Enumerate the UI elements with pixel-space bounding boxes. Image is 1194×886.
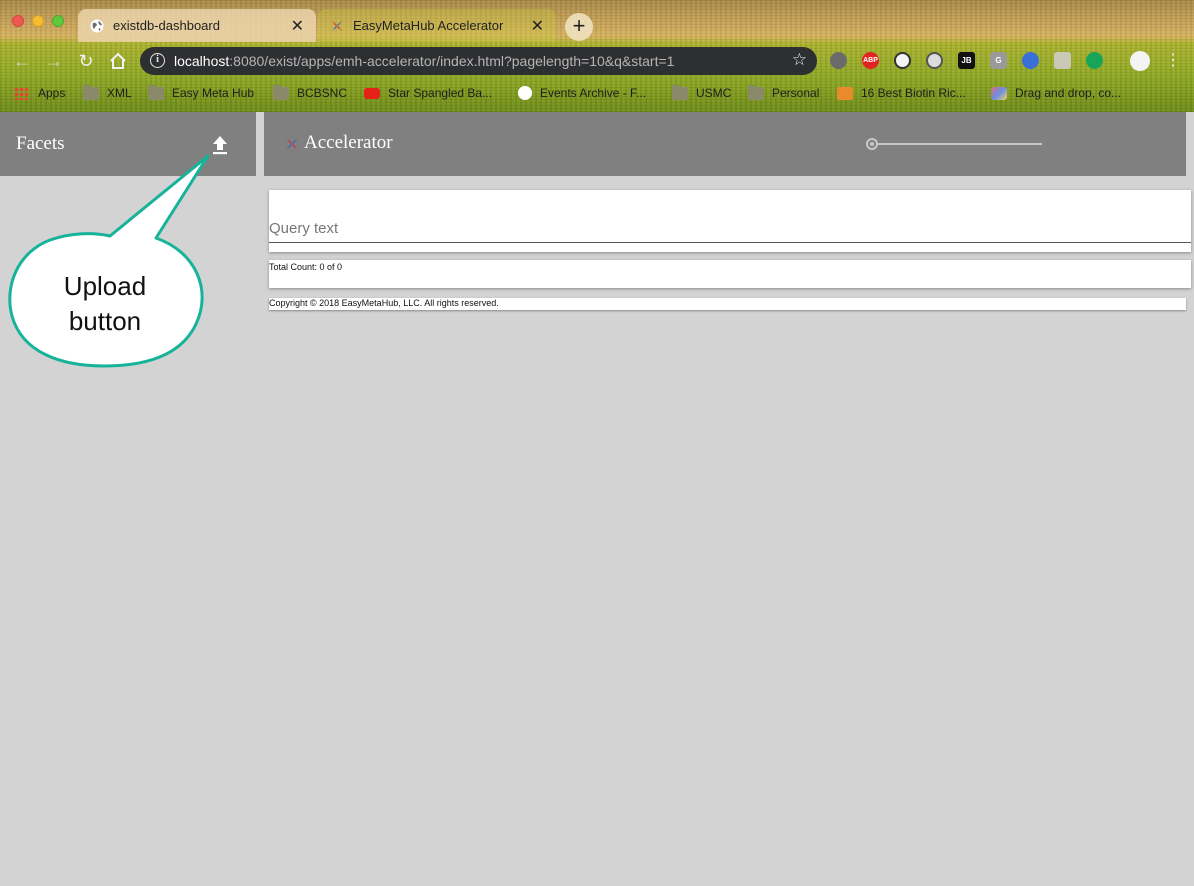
accelerator-logo-icon: [332, 21, 342, 31]
app-title: Accelerator: [304, 132, 393, 153]
results-card: Total Count: 0 of 0: [269, 260, 1191, 288]
bookmark-easy-meta-hub[interactable]: Easy Meta Hub: [148, 84, 254, 102]
tab-title: existdb-dashboard: [113, 18, 220, 33]
extension-icon[interactable]: [926, 52, 943, 69]
home-icon[interactable]: [108, 51, 128, 71]
settings-extension-icon[interactable]: [830, 52, 847, 69]
footer: Copyright © 2018 EasyMetaHub, LLC. All r…: [269, 298, 1186, 310]
bookmark-apps[interactable]: Apps: [14, 84, 65, 102]
back-arrow-icon[interactable]: ←: [12, 51, 32, 71]
tab-existdb-dashboard[interactable]: existdb-dashboard ✕: [78, 9, 316, 42]
reload-icon[interactable]: ↻: [76, 51, 96, 71]
green-dot-extension-icon[interactable]: [1086, 52, 1103, 69]
browser-chrome: existdb-dashboard ✕ EasyMetaHub Accelera…: [0, 0, 1194, 112]
accelerator-logo-icon: [286, 138, 298, 150]
folder-icon: [273, 84, 289, 100]
annotation-callout: [8, 154, 210, 368]
app-header: Accelerator: [264, 112, 1186, 176]
apps-grid-icon: [14, 86, 30, 100]
folder-icon: [148, 84, 164, 100]
bookmark-events-archive[interactable]: Events Archive - F...: [518, 84, 646, 102]
site-info-icon[interactable]: i: [150, 53, 165, 68]
bookmark-bcbsnc[interactable]: BCBSNC: [273, 84, 347, 102]
extension-icon[interactable]: [1022, 52, 1039, 69]
cube-icon: [991, 86, 1007, 100]
folder-icon: [83, 84, 99, 100]
query-input[interactable]: [269, 215, 1191, 243]
globe-icon: [518, 86, 532, 100]
new-tab-button[interactable]: +: [565, 13, 593, 41]
youtube-icon: [364, 87, 380, 99]
jetbrains-icon[interactable]: JB: [958, 52, 975, 69]
annotation-label: Upload button: [63, 271, 147, 336]
bookmark-star-spangled[interactable]: Star Spangled Ba...: [364, 84, 492, 102]
bookmark-xml[interactable]: XML: [83, 84, 132, 102]
query-card: [269, 190, 1191, 252]
address-bar[interactable]: i localhost:8080/exist/apps/emh-accelera…: [140, 47, 817, 75]
minimize-window-icon[interactable]: [32, 15, 44, 27]
maximize-window-icon[interactable]: [52, 15, 64, 27]
extension-icon[interactable]: [1054, 52, 1071, 69]
close-tab-icon[interactable]: ✕: [291, 16, 304, 36]
browser-menu-icon[interactable]: ⋮: [1163, 51, 1183, 71]
profile-avatar-icon[interactable]: [1130, 51, 1150, 71]
extension-icon[interactable]: [894, 52, 911, 69]
page-length-slider[interactable]: [866, 138, 1042, 150]
adblock-plus-icon[interactable]: ABP: [862, 52, 879, 69]
tab-easymetahub-accelerator[interactable]: EasyMetaHub Accelerator ✕: [318, 9, 556, 42]
slider-thumb[interactable]: [866, 138, 878, 150]
g-extension-icon[interactable]: G: [990, 52, 1007, 69]
bookmark-drag-and-drop[interactable]: Drag and drop, co...: [991, 84, 1121, 102]
globe-icon: [90, 19, 104, 33]
address-url[interactable]: localhost:8080/exist/apps/emh-accelerato…: [174, 53, 674, 69]
tab-title: EasyMetaHub Accelerator: [353, 18, 504, 33]
bookmark-usmc[interactable]: USMC: [672, 84, 731, 102]
bookmark-biotin[interactable]: 16 Best Biotin Ric...: [837, 84, 966, 102]
total-count-text: Total Count: 0 of 0: [269, 262, 343, 272]
forward-arrow-icon[interactable]: →: [44, 51, 64, 71]
copyright-text: Copyright © 2018 EasyMetaHub, LLC. All r…: [269, 298, 499, 308]
keto-site-icon: [837, 86, 853, 100]
bookmark-personal[interactable]: Personal: [748, 84, 819, 102]
close-window-icon[interactable]: [12, 15, 24, 27]
folder-icon: [748, 84, 764, 100]
close-tab-icon[interactable]: ✕: [531, 16, 544, 36]
folder-icon: [672, 84, 688, 100]
slider-track[interactable]: [872, 143, 1042, 145]
bookmark-star-icon[interactable]: ☆: [792, 50, 807, 70]
